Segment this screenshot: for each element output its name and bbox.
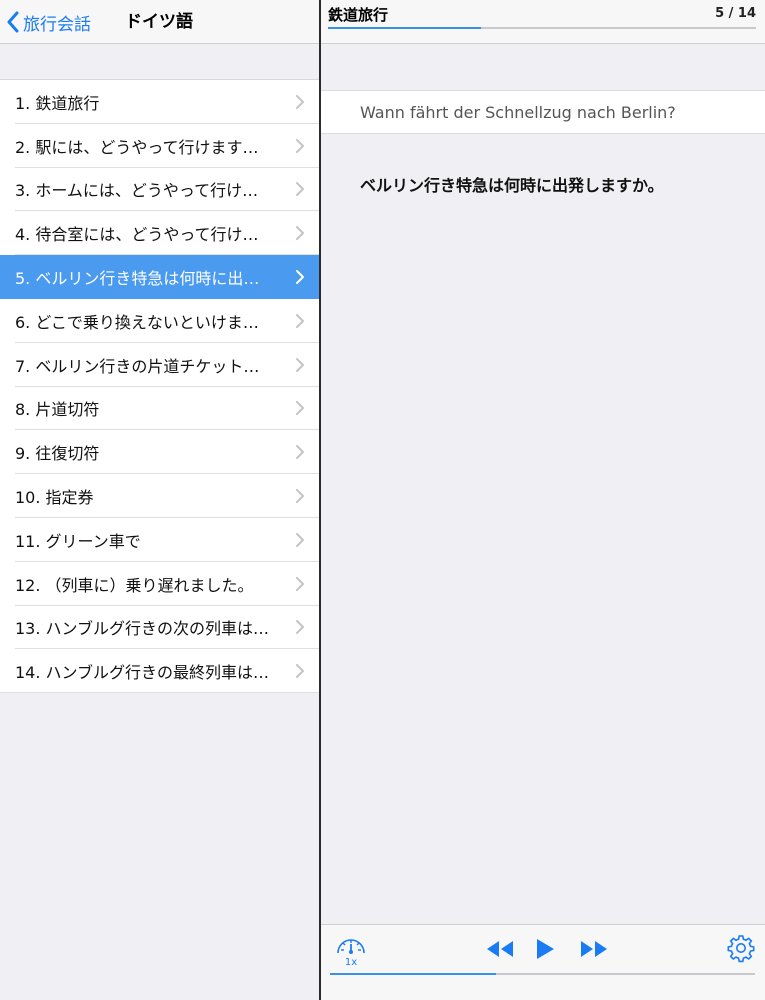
detail-pane: 鉄道旅行 5 / 14 Wann fährt der Schnellzug na… xyxy=(321,0,765,1000)
play-button[interactable] xyxy=(534,937,556,965)
speed-button[interactable]: 1x xyxy=(335,933,367,969)
list-item-label: 3. ホームには、どうやって行け… xyxy=(15,181,259,201)
phrase-list: 1. 鉄道旅行 2. 駅には、どうやって行けます… 3. ホームには、どうやって行け… xyxy=(0,79,319,694)
list-item-label: 6. どこで乗り換えないといけま… xyxy=(15,312,259,332)
master-pane: 旅行会話 ドイツ語 1. 鉄道旅行 2. 駅には、どうやって行けます… 3. ホーム… xyxy=(0,0,319,1000)
list-item[interactable]: 2. 駅には、どうやって行けます… xyxy=(0,124,319,168)
chevron-right-icon xyxy=(296,532,304,547)
audio-progress-fill xyxy=(330,973,496,975)
fast-forward-icon xyxy=(581,941,607,957)
list-item[interactable]: 3. ホームには、どうやって行け… xyxy=(0,168,319,212)
left-nav-title: ドイツ語 xyxy=(125,12,193,32)
list-item[interactable]: 5. ベルリン行き特急は何時に出… xyxy=(0,255,319,299)
list-item[interactable]: 14. ハンブルグ行きの最終列車は… xyxy=(0,649,319,693)
list-item[interactable]: 6. どこで乗り換えないといけま… xyxy=(0,299,319,343)
list-item[interactable]: 1. 鉄道旅行 xyxy=(0,80,319,124)
chevron-right-icon xyxy=(296,182,304,197)
detail-header: 鉄道旅行 5 / 14 xyxy=(321,0,765,44)
list-item-label: 13. ハンブルグ行きの次の列車は… xyxy=(15,619,270,639)
german-phrase-box: Wann fährt der Schnellzug nach Berlin? xyxy=(321,90,765,134)
audio-progress-track[interactable] xyxy=(330,973,755,975)
list-item-label: 9. 往復切符 xyxy=(15,444,100,464)
list-item[interactable]: 13. ハンブルグ行きの次の列車は… xyxy=(0,606,319,650)
rewind-button[interactable] xyxy=(485,939,515,963)
list-item[interactable]: 7. ベルリン行きの片道チケット… xyxy=(0,343,319,387)
fast-forward-button[interactable] xyxy=(579,939,609,963)
chevron-right-icon xyxy=(296,357,304,372)
list-item-label: 12. （列車に）乗り遅れました。 xyxy=(15,575,254,595)
list-item-label: 1. 鉄道旅行 xyxy=(15,93,100,113)
list-item-label: 8. 片道切符 xyxy=(15,400,100,420)
chevron-right-icon xyxy=(296,445,304,460)
list-item[interactable]: 10. 指定券 xyxy=(0,474,319,518)
phrase-progress-fill xyxy=(328,27,481,29)
german-phrase: Wann fährt der Schnellzug nach Berlin? xyxy=(360,103,676,122)
list-item-label: 7. ベルリン行きの片道チケット… xyxy=(15,356,260,376)
back-button[interactable]: 旅行会話 xyxy=(6,0,91,44)
chevron-right-icon xyxy=(296,226,304,241)
chevron-right-icon xyxy=(296,664,304,679)
chevron-right-icon xyxy=(296,138,304,153)
japanese-phrase: ベルリン行き特急は何時に出発しますか。 xyxy=(360,176,664,195)
list-item-label: 5. ベルリン行き特急は何時に出… xyxy=(15,269,260,289)
list-item[interactable]: 8. 片道切符 xyxy=(0,387,319,431)
list-item-label: 14. ハンブルグ行きの最終列車は… xyxy=(15,663,270,683)
list-item[interactable]: 9. 往復切符 xyxy=(0,430,319,474)
list-item[interactable]: 4. 待合室には、どうやって行け… xyxy=(0,211,319,255)
speedometer-icon xyxy=(337,939,365,954)
player-toolbar: 1x xyxy=(321,924,765,1000)
list-item[interactable]: 12. （列車に）乗り遅れました。 xyxy=(0,562,319,606)
chevron-right-icon xyxy=(296,489,304,504)
list-item[interactable]: 11. グリーン車で xyxy=(0,518,319,562)
chevron-right-icon xyxy=(296,94,304,109)
speed-label: 1x xyxy=(344,957,358,968)
phrase-progress-track xyxy=(328,27,756,29)
chevron-right-icon xyxy=(296,270,304,285)
list-item-label: 4. 待合室には、どうやって行け… xyxy=(15,225,259,245)
chevron-right-icon xyxy=(296,620,304,635)
detail-title: 鉄道旅行 xyxy=(328,6,389,24)
settings-button[interactable] xyxy=(726,933,756,967)
play-icon xyxy=(537,939,554,959)
chevron-right-icon xyxy=(296,576,304,591)
list-item-label: 11. グリーン車で xyxy=(15,531,141,551)
back-button-label: 旅行会話 xyxy=(23,14,91,35)
list-item-label: 2. 駅には、どうやって行けます… xyxy=(15,137,259,157)
app: 旅行会話 ドイツ語 1. 鉄道旅行 2. 駅には、どうやって行けます… 3. ホーム… xyxy=(0,0,765,1000)
phrase-counter: 5 / 14 xyxy=(715,6,756,21)
chevron-left-icon xyxy=(7,11,19,33)
left-nav-bar: 旅行会話 ドイツ語 xyxy=(0,0,319,44)
chevron-right-icon xyxy=(296,401,304,416)
chevron-right-icon xyxy=(296,313,304,328)
list-item-label: 10. 指定券 xyxy=(15,488,94,508)
gear-icon xyxy=(727,935,755,963)
rewind-icon xyxy=(487,941,513,957)
